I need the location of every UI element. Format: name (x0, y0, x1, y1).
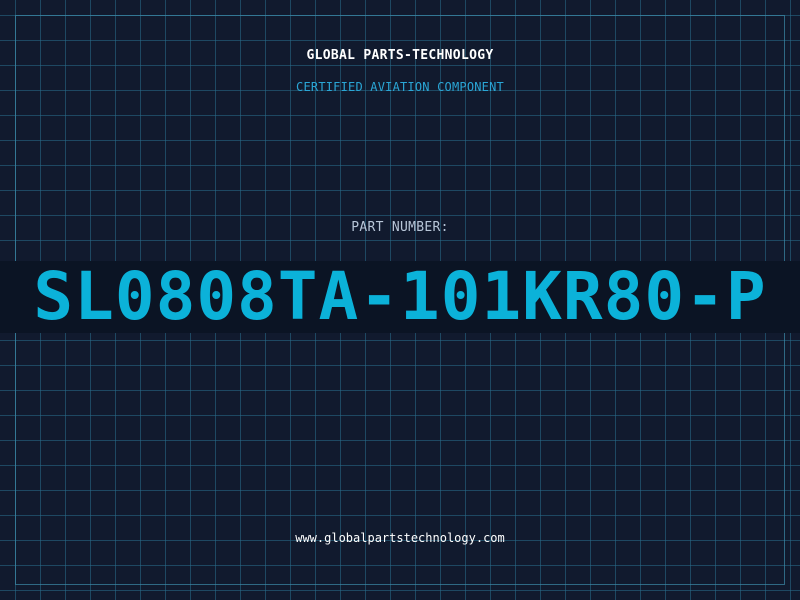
certification-tagline: CERTIFIED AVIATION COMPONENT (296, 80, 504, 94)
part-number-label: PART NUMBER: (351, 220, 449, 235)
part-number-value: SL0808TA-101KR80-P (33, 261, 767, 333)
website-url: www.globalpartstechnology.com (295, 531, 505, 545)
part-number-band: SL0808TA-101KR80-P (0, 261, 800, 333)
certificate-card: GLOBAL PARTS-TECHNOLOGY CERTIFIED AVIATI… (0, 0, 800, 600)
company-name: GLOBAL PARTS-TECHNOLOGY (306, 48, 494, 63)
